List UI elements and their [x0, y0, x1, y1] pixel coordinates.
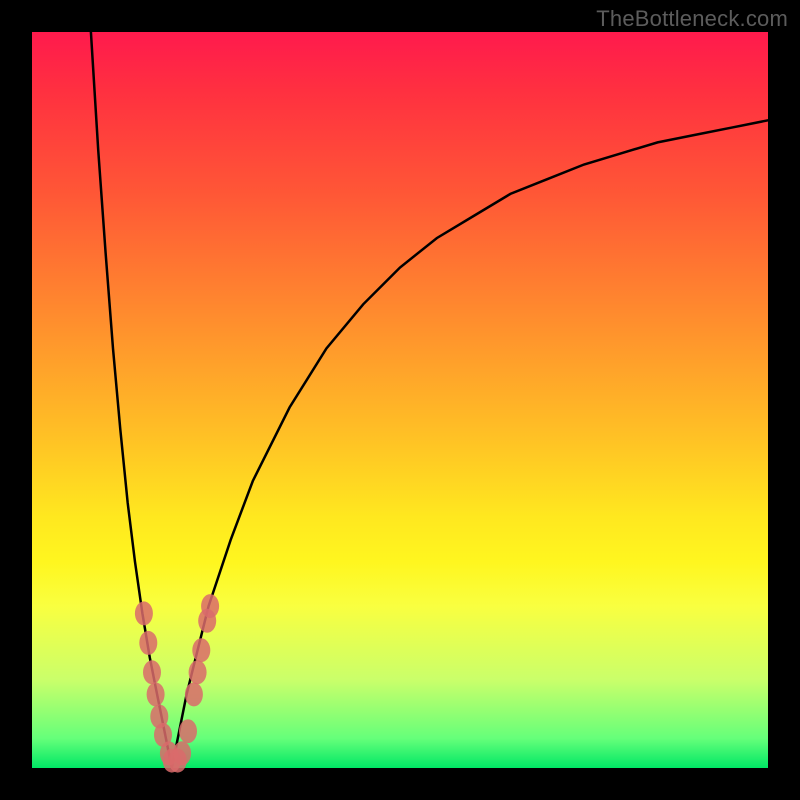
marker-dot	[192, 638, 210, 662]
marker-dot	[179, 719, 197, 743]
marker-dot	[143, 660, 161, 684]
highlight-markers	[135, 594, 219, 773]
marker-dot	[173, 741, 191, 765]
curve-right	[172, 120, 768, 768]
marker-dot	[189, 660, 207, 684]
chart-svg	[32, 32, 768, 768]
watermark-text: TheBottleneck.com	[596, 6, 788, 32]
marker-dot	[139, 631, 157, 655]
plot-area	[32, 32, 768, 768]
marker-dot	[135, 601, 153, 625]
curve-left	[91, 32, 172, 768]
marker-dot	[185, 682, 203, 706]
marker-dot	[201, 594, 219, 618]
chart-frame: TheBottleneck.com	[0, 0, 800, 800]
marker-dot	[147, 682, 165, 706]
